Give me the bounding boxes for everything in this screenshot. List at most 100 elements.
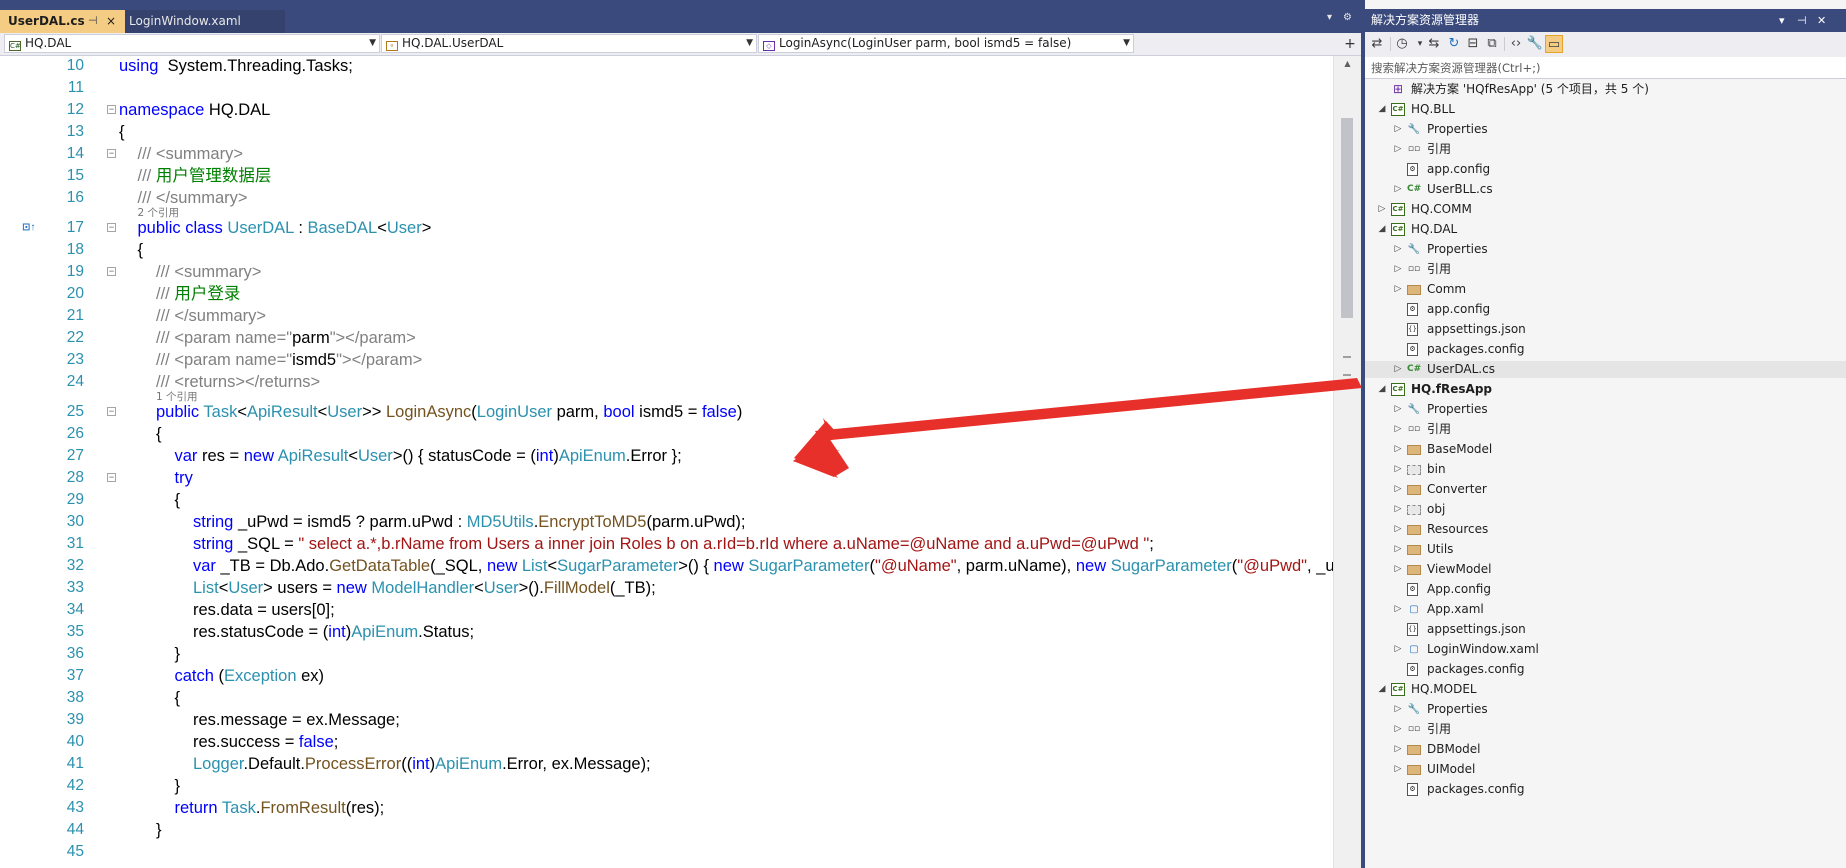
- code-line[interactable]: 35 res.statusCode = (int)ApiEnum.Status;: [0, 622, 1333, 642]
- collapsed-arrow-icon[interactable]: ▷: [1393, 761, 1403, 778]
- tree-item[interactable]: ▷ C# UserDAL.cs: [1365, 361, 1846, 378]
- tree-item[interactable]: ▷ DBModel: [1365, 741, 1846, 758]
- collapsed-arrow-icon[interactable]: ▷: [1393, 481, 1403, 498]
- tree-item[interactable]: ▷ ViewModel: [1365, 561, 1846, 578]
- auto-hide-pin-icon[interactable]: ⊣: [1797, 9, 1807, 32]
- code-line[interactable]: 36}: [0, 644, 1333, 664]
- tree-item[interactable]: ▷ ▢ App.xaml: [1365, 601, 1846, 618]
- collapse-region-icon[interactable]: −: [107, 473, 116, 482]
- switch-views-icon[interactable]: ⇄: [1368, 35, 1386, 53]
- code-line[interactable]: 32 var _TB = Db.Ado.GetDataTable(_SQL, ne…: [0, 556, 1333, 576]
- collapsed-arrow-icon[interactable]: ▷: [1393, 421, 1403, 438]
- code-line[interactable]: 39 res.message = ex.Message;: [0, 710, 1333, 730]
- close-icon[interactable]: ✕: [1817, 9, 1826, 32]
- history-icon[interactable]: ◷: [1393, 35, 1411, 53]
- code-line[interactable]: 43 return Task.FromResult(res);: [0, 798, 1333, 818]
- code-line[interactable]: 31 string _SQL = " select a.*,b.rName fro…: [0, 534, 1333, 554]
- code-line[interactable]: 42}: [0, 776, 1333, 796]
- collapsed-arrow-icon[interactable]: ▷: [1393, 401, 1403, 418]
- code-line[interactable]: 16 /// </summary>: [0, 188, 1333, 208]
- code-line[interactable]: 26 {: [0, 424, 1333, 444]
- project-dropdown[interactable]: C# HQ.DAL ▼: [4, 34, 380, 53]
- code-line[interactable]: 25− public Task<ApiResult<User>> LoginAsy…: [0, 402, 1333, 422]
- tree-item[interactable]: ⚙ app.config: [1365, 301, 1846, 318]
- code-text-area[interactable]: 10 using System.Threading.Tasks; 11 12− name…: [0, 56, 1333, 868]
- code-line[interactable]: 17 − ⊡↑ public class UserDAL : BaseDAL<User…: [0, 218, 1333, 238]
- collapsed-arrow-icon[interactable]: ▷: [1393, 541, 1403, 558]
- code-line[interactable]: 33 List<User> users = new ModelHandler<Us…: [0, 578, 1333, 598]
- expanded-arrow-icon[interactable]: ◢: [1377, 381, 1387, 398]
- tree-item[interactable]: ▷ ▢ LoginWindow.xaml: [1365, 641, 1846, 658]
- code-line[interactable]: 15 /// 用户管理数据层: [0, 166, 1333, 186]
- tree-item[interactable]: ▷ Utils: [1365, 541, 1846, 558]
- code-line[interactable]: 28 − try: [0, 468, 1333, 488]
- window-position-icon[interactable]: ▾: [1779, 9, 1785, 32]
- code-line[interactable]: 23 /// <param name="ismd5"></param>: [0, 350, 1333, 370]
- collapsed-arrow-icon[interactable]: ▷: [1393, 601, 1403, 618]
- view-code-icon[interactable]: ‹›: [1507, 35, 1525, 53]
- tree-item[interactable]: ▷ ▫▫ 引用: [1365, 141, 1846, 158]
- tree-item[interactable]: ▷ Resources: [1365, 521, 1846, 538]
- tree-item[interactable]: ⚙ packages.config: [1365, 781, 1846, 798]
- collapse-region-icon[interactable]: −: [107, 267, 116, 276]
- code-line[interactable]: 22 /// <param name="parm"></param>: [0, 328, 1333, 348]
- split-window-icon[interactable]: +: [1341, 35, 1359, 53]
- code-line[interactable]: 10 using System.Threading.Tasks;: [0, 56, 1333, 76]
- collapsed-arrow-icon[interactable]: ▷: [1393, 261, 1403, 278]
- collapse-region-icon[interactable]: −: [107, 407, 116, 416]
- tree-item[interactable]: ▷ Comm: [1365, 281, 1846, 298]
- sync-with-document-icon[interactable]: ⇆: [1425, 35, 1443, 53]
- collapsed-arrow-icon[interactable]: ▷: [1393, 741, 1403, 758]
- tree-item[interactable]: ▷ UIModel: [1365, 761, 1846, 778]
- collapsed-arrow-icon[interactable]: ▷: [1393, 281, 1403, 298]
- preview-selected-icon[interactable]: ▭: [1545, 35, 1563, 53]
- tree-item[interactable]: ▷ ▫▫ 引用: [1365, 721, 1846, 738]
- code-line[interactable]: 41 Logger.Default.ProcessError((int)ApiEn…: [0, 754, 1333, 774]
- tree-item[interactable]: ⚙ packages.config: [1365, 661, 1846, 678]
- collapse-region-icon[interactable]: −: [107, 223, 116, 232]
- tree-item[interactable]: ▷ 🔧 Properties: [1365, 401, 1846, 418]
- code-line[interactable]: 38 {: [0, 688, 1333, 708]
- tree-item[interactable]: ▷ BaseModel: [1365, 441, 1846, 458]
- collapsed-arrow-icon[interactable]: ▷: [1393, 501, 1403, 518]
- collapsed-arrow-icon[interactable]: ▷: [1393, 701, 1403, 718]
- inheritance-marker-icon[interactable]: ⊡↑: [22, 218, 35, 238]
- code-line[interactable]: 30 string _uPwd = ismd5 ? parm.uPwd : MD5…: [0, 512, 1333, 532]
- collapsed-arrow-icon[interactable]: ▷: [1393, 241, 1403, 258]
- expanded-arrow-icon[interactable]: ◢: [1377, 221, 1387, 238]
- code-editor[interactable]: UserDAL.cs ⊣ × LoginWindow.xaml ▾ ⚙ C# HQ…: [0, 0, 1361, 868]
- tab-loginwindow[interactable]: LoginWindow.xaml: [125, 10, 285, 33]
- type-dropdown[interactable]: ⚬ HQ.DAL.UserDAL ▼: [381, 34, 757, 53]
- expanded-arrow-icon[interactable]: ◢: [1377, 681, 1387, 698]
- tree-item[interactable]: ▷ Converter: [1365, 481, 1846, 498]
- code-line[interactable]: 20 /// 用户登录: [0, 284, 1333, 304]
- code-line[interactable]: 24 /// <returns></returns>: [0, 372, 1333, 392]
- pin-icon[interactable]: ⊣: [88, 10, 98, 32]
- tree-item[interactable]: ◢ C# HQ.DAL: [1365, 221, 1846, 238]
- tree-item[interactable]: {} appsettings.json: [1365, 321, 1846, 338]
- code-line[interactable]: 12 − namespace HQ.DAL: [0, 100, 1333, 120]
- scroll-up-icon[interactable]: ▲: [1334, 56, 1361, 72]
- collapsed-arrow-icon[interactable]: ▷: [1393, 561, 1403, 578]
- tree-item[interactable]: ▷ 🔧 Properties: [1365, 121, 1846, 138]
- show-all-files-icon[interactable]: ⧉: [1483, 35, 1501, 53]
- tree-item[interactable]: ⚙ App.config: [1365, 581, 1846, 598]
- tree-item[interactable]: ▷ obj: [1365, 501, 1846, 518]
- tree-item[interactable]: ▷ bin: [1365, 461, 1846, 478]
- expanded-arrow-icon[interactable]: ◢: [1377, 101, 1387, 118]
- vertical-scrollbar[interactable]: ▲: [1333, 56, 1361, 868]
- collapsed-arrow-icon[interactable]: ▷: [1393, 361, 1403, 378]
- tree-item[interactable]: ▷ ▫▫ 引用: [1365, 421, 1846, 438]
- collapsed-arrow-icon[interactable]: ▷: [1393, 181, 1403, 198]
- tree-item[interactable]: ⚙ app.config: [1365, 161, 1846, 178]
- solution-search-input[interactable]: 搜索解决方案资源管理器(Ctrl+;): [1365, 57, 1846, 79]
- collapse-all-icon[interactable]: ⊟: [1464, 35, 1482, 53]
- collapsed-arrow-icon[interactable]: ▷: [1393, 461, 1403, 478]
- settings-icon[interactable]: ⚙: [1343, 12, 1352, 23]
- tree-item[interactable]: ⊞ 解决方案 'HQfResApp' (5 个项目，共 5 个): [1365, 81, 1846, 98]
- tree-item[interactable]: ◢ C# HQ.MODEL: [1365, 681, 1846, 698]
- collapsed-arrow-icon[interactable]: ▷: [1393, 721, 1403, 738]
- code-line[interactable]: 18 {: [0, 240, 1333, 260]
- collapsed-arrow-icon[interactable]: ▷: [1393, 521, 1403, 538]
- tab-list-dropdown-icon[interactable]: ▾: [1327, 12, 1332, 23]
